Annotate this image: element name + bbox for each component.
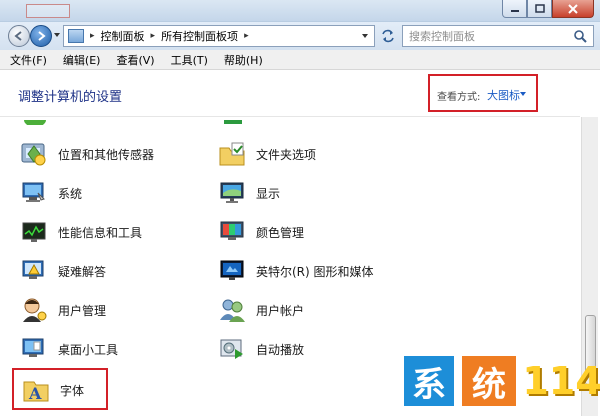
desktop-gadgets-icon	[20, 335, 48, 363]
troubleshooting-icon	[20, 257, 48, 285]
intel-graphics-icon	[218, 257, 246, 285]
cut-off-item-icon	[22, 117, 48, 125]
item-autoplay[interactable]: 自动播放	[218, 332, 304, 366]
menu-edit[interactable]: 编辑(E)	[57, 52, 107, 68]
item-troubleshooting[interactable]: 疑难解答	[20, 254, 106, 288]
page-title: 调整计算机的设置	[18, 90, 123, 105]
window-title-placeholder	[26, 4, 70, 18]
menu-tools[interactable]: 工具(T)	[165, 52, 214, 68]
item-label: 英特尔(R) 图形和媒体	[256, 264, 374, 279]
menu-bar: 文件(F) 编辑(E) 查看(V) 工具(T) 帮助(H)	[0, 50, 600, 70]
item-label: 桌面小工具	[58, 342, 119, 357]
folder-options-icon	[218, 140, 246, 168]
item-label: 显示	[256, 186, 281, 201]
menu-view[interactable]: 查看(V)	[110, 52, 160, 68]
title-bar	[0, 0, 600, 22]
chevron-down-icon[interactable]	[520, 92, 526, 96]
item-user-accounts[interactable]: 用户帐户	[218, 293, 304, 327]
view-by-dropdown[interactable]: 大图标	[487, 87, 520, 103]
breadcrumb-control-panel[interactable]: 控制面板	[101, 28, 145, 44]
breadcrumb-separator-icon[interactable]: ▸	[90, 31, 95, 41]
cut-off-item-icon	[220, 117, 246, 125]
watermark-number: 114	[522, 359, 600, 403]
breadcrumb-separator-icon[interactable]: ▸	[244, 31, 249, 41]
refresh-icon	[382, 29, 394, 43]
breadcrumb-separator-icon[interactable]: ▸	[151, 31, 156, 41]
maximize-button[interactable]	[527, 0, 552, 18]
breadcrumb-all-items[interactable]: 所有控制面板项	[161, 28, 238, 44]
highlight-box	[12, 368, 108, 410]
menu-file[interactable]: 文件(F)	[4, 52, 53, 68]
item-label: 位置和其他传感器	[58, 147, 155, 162]
performance-icon	[20, 218, 48, 246]
menu-help[interactable]: 帮助(H)	[218, 52, 269, 68]
minimize-icon	[510, 9, 519, 12]
item-label: 颜色管理	[256, 225, 305, 240]
item-label: 性能信息和工具	[58, 225, 143, 240]
user-management-icon	[20, 296, 48, 324]
item-intel-graphics[interactable]: 英特尔(R) 图形和媒体	[218, 254, 374, 288]
minimize-button[interactable]	[502, 0, 527, 18]
forward-arrow-icon	[38, 31, 46, 41]
forward-button[interactable]	[30, 25, 52, 47]
recent-pages-dropdown[interactable]	[54, 33, 60, 37]
item-performance[interactable]: 性能信息和工具	[20, 215, 142, 249]
address-dropdown-icon[interactable]	[362, 34, 368, 38]
item-folder-options[interactable]: 文件夹选项	[218, 137, 316, 171]
item-display[interactable]: 显示	[218, 176, 280, 210]
maximize-icon	[534, 4, 545, 13]
content-header: 调整计算机的设置 查看方式: 大图标	[0, 71, 600, 117]
view-by-label: 查看方式:	[437, 92, 481, 103]
window-controls	[502, 0, 594, 18]
item-label: 自动播放	[256, 342, 305, 357]
item-label: 疑难解答	[58, 264, 107, 279]
refresh-button[interactable]	[378, 25, 398, 47]
watermark-tile: 系	[404, 356, 454, 406]
user-accounts-icon	[218, 296, 246, 324]
location-sensors-icon	[20, 140, 48, 168]
back-button[interactable]	[8, 25, 30, 47]
item-label: 文件夹选项	[256, 147, 317, 162]
autoplay-icon	[218, 335, 246, 363]
item-color-management[interactable]: 颜色管理	[218, 215, 304, 249]
close-button[interactable]	[552, 0, 594, 18]
item-label: 用户帐户	[256, 303, 305, 318]
item-label: 用户管理	[58, 303, 107, 318]
display-icon	[218, 179, 246, 207]
search-box	[402, 25, 594, 47]
color-management-icon	[218, 218, 246, 246]
control-panel-icon	[68, 29, 84, 43]
item-desktop-gadgets[interactable]: 桌面小工具	[20, 332, 118, 366]
item-system[interactable]: 系统	[20, 176, 82, 210]
search-icon[interactable]	[573, 29, 587, 43]
back-arrow-icon	[14, 31, 22, 41]
item-location-sensors[interactable]: 位置和其他传感器	[20, 137, 154, 171]
address-bar[interactable]: ▸ 控制面板 ▸ 所有控制面板项 ▸	[63, 25, 375, 47]
system-icon	[20, 179, 48, 207]
navigation-bar: ▸ 控制面板 ▸ 所有控制面板项 ▸	[0, 22, 600, 50]
item-label: 系统	[58, 186, 83, 201]
item-user-management[interactable]: 用户管理	[20, 293, 106, 327]
search-input[interactable]	[403, 29, 573, 43]
close-icon	[568, 3, 578, 14]
watermark-tile: 统	[462, 356, 516, 406]
